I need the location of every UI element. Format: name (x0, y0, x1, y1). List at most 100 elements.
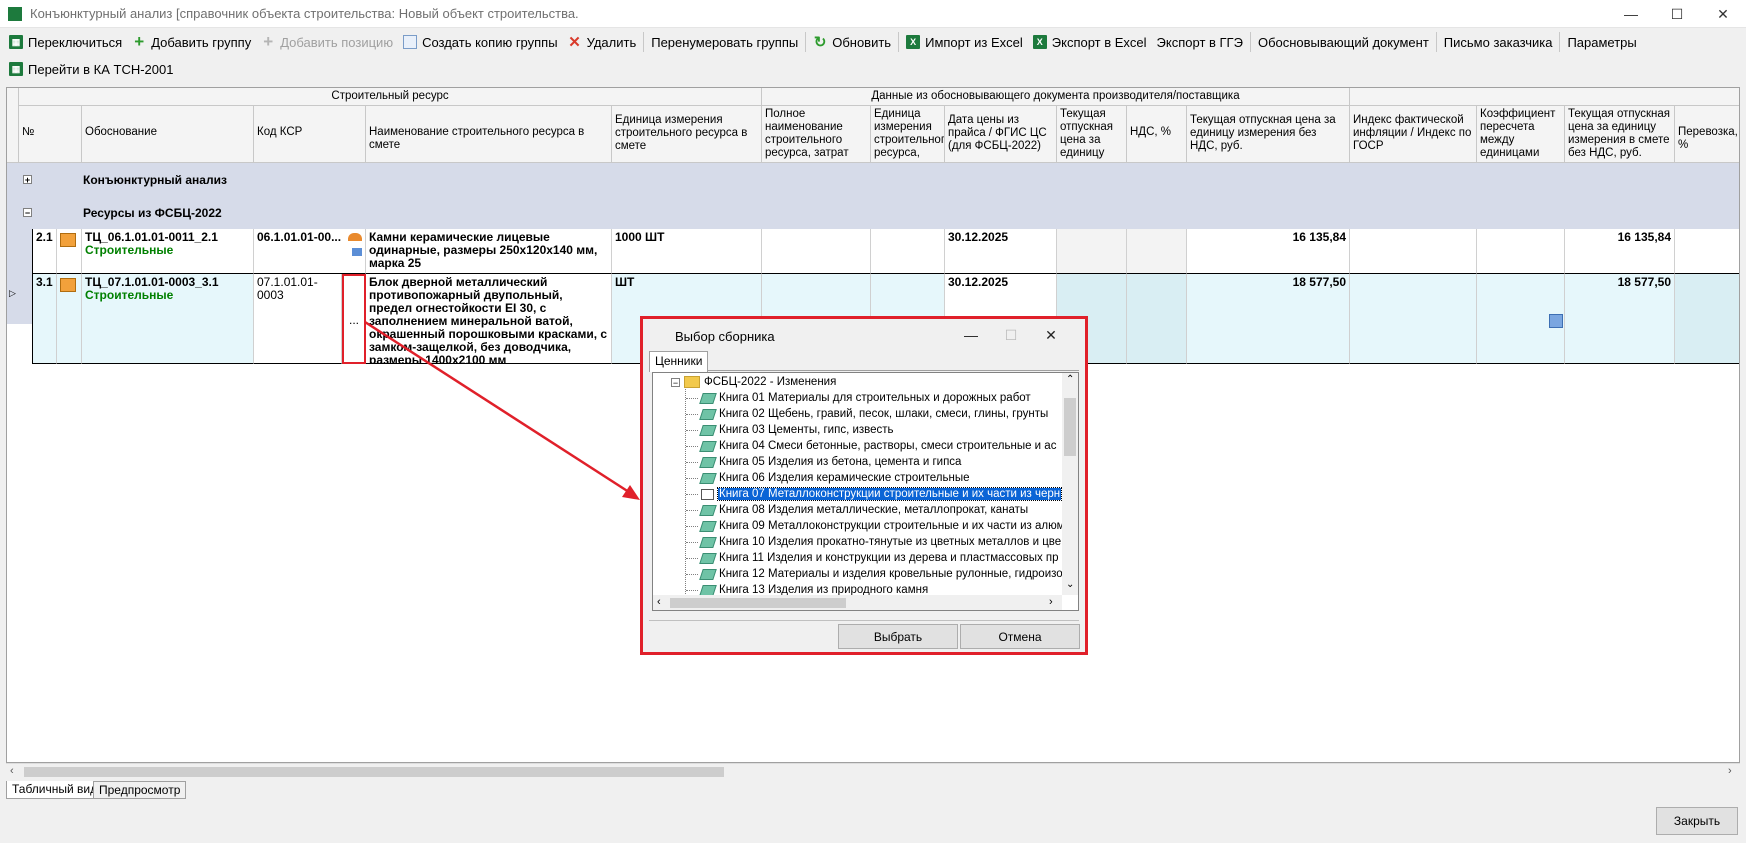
tree-line (686, 526, 698, 527)
copy-group-button[interactable]: Создать копию группы (398, 30, 563, 54)
dialog-minimize-button[interactable]: — (951, 321, 991, 349)
row-inflation[interactable] (1350, 274, 1477, 364)
row-indicator-header (7, 88, 19, 163)
tree-item[interactable]: Книга 06 Изделия керамические строительн… (686, 470, 970, 486)
tree-horizontal-scrollbar[interactable]: ‹ › (653, 595, 1062, 610)
close-button[interactable]: Закрыть (1656, 807, 1738, 835)
group-row[interactable]: − Ресурсы из ФСБЦ-2022 (7, 197, 1739, 229)
row-vat[interactable] (1127, 229, 1187, 274)
scroll-left-icon[interactable]: ‹ (10, 765, 14, 777)
collection-tree[interactable]: − ФСБЦ-2022 - Изменения Книга 01 Материа… (652, 372, 1079, 611)
minimize-button[interactable]: — (1608, 0, 1654, 28)
group-name: Ресурсы из ФСБЦ-2022 (83, 206, 222, 220)
export-gge-button[interactable]: Экспорт в ГГЭ (1152, 30, 1248, 54)
col-price-date[interactable]: Дата цены из прайса / ФГИС ЦС (для ФСБЦ-… (945, 106, 1057, 163)
tree-item[interactable]: Книга 05 Изделия из бетона, цемента и ги… (686, 454, 961, 470)
edit-icon[interactable] (57, 274, 82, 364)
tree-vertical-scrollbar[interactable]: ⌃ ⌄ (1062, 373, 1078, 595)
tree-item-label: Книга 04 Смеси бетонные, растворы, смеси… (719, 440, 1057, 452)
switch-button[interactable]: ▦ Переключиться (4, 30, 127, 54)
group-row[interactable]: + Конъюнктурный анализ (7, 163, 1739, 197)
tree-item[interactable]: Книга 04 Смеси бетонные, растворы, смеси… (686, 438, 1057, 454)
renumber-groups-button[interactable]: Перенумеровать группы (646, 30, 803, 54)
row-inflation[interactable] (1350, 229, 1477, 274)
book-icon (699, 584, 717, 596)
col-cur-price-smeta[interactable]: Текущая отпускная цена за единицу измере… (1565, 106, 1675, 163)
collapse-toggle[interactable]: − (23, 208, 32, 218)
scroll-right-icon[interactable]: › (1049, 596, 1053, 608)
horizontal-scrollbar[interactable]: ‹ › (6, 763, 1740, 779)
tree-line (686, 574, 698, 575)
import-excel-button[interactable]: X Импорт из Excel (901, 30, 1028, 54)
tree-item[interactable]: Книга 08 Изделия металлические, металлоп… (686, 502, 1028, 518)
book-icon (699, 536, 717, 548)
col-full-name[interactable]: Полное наименование строительного ресурс… (762, 106, 871, 163)
tree-item[interactable]: Книга 07 Металлоконструкции строительные… (686, 486, 1063, 502)
edit-icon[interactable] (57, 229, 82, 274)
tab-price-lists[interactable]: Ценники (649, 351, 709, 372)
tree-item[interactable]: Книга 03 Цементы, гипс, известь (686, 422, 894, 438)
tree-item[interactable]: Книга 10 Изделия прокатно-тянутые из цве… (686, 534, 1061, 550)
row-unit2[interactable] (871, 229, 945, 274)
tree-item[interactable]: Книга 02 Щебень, гравий, песок, шлаки, с… (686, 406, 1048, 422)
params-button[interactable]: Параметры (1562, 30, 1641, 54)
col-unit2[interactable]: Единица измерения строительног ресурса, (871, 106, 945, 163)
col-basis[interactable]: Обоснование (82, 106, 254, 163)
row-transport[interactable] (1675, 229, 1739, 274)
col-unit[interactable]: Единица измерения строительного ресурса … (612, 106, 762, 163)
scroll-thumb[interactable] (670, 598, 846, 608)
cancel-button[interactable]: Отмена (960, 624, 1080, 649)
scroll-thumb[interactable] (24, 767, 724, 777)
collapse-toggle[interactable]: − (671, 377, 680, 387)
book-icon (699, 440, 717, 452)
row-transport[interactable] (1675, 274, 1739, 364)
toolbar-separator (1435, 32, 1437, 52)
row-coef[interactable] (1477, 229, 1565, 274)
col-num[interactable]: № (19, 106, 82, 163)
scroll-right-icon[interactable]: › (1728, 765, 1732, 777)
col-inflation[interactable]: Индекс фактической инфляции / Индекс по … (1350, 106, 1477, 163)
toolbar-separator (1559, 32, 1561, 52)
customer-letter-button[interactable]: Письмо заказчика (1439, 30, 1558, 54)
col-name[interactable]: Наименование строительного ресурса в сме… (366, 106, 612, 163)
tree-line (686, 558, 698, 559)
scroll-down-icon[interactable]: ⌄ (1066, 579, 1074, 590)
col-coef[interactable]: Коэффициент пересчета между единицами (1477, 106, 1565, 163)
col-ksr[interactable]: Код КСР (254, 106, 366, 163)
maximize-button[interactable]: ☐ (1654, 0, 1700, 28)
goto-tsn-button[interactable]: ▦ Перейти в КА ТСН-2001 (4, 57, 178, 81)
tree-item[interactable]: Книга 09 Металлоконструкции строительные… (686, 518, 1065, 534)
export-excel-button[interactable]: X Экспорт в Excel (1028, 30, 1152, 54)
col-vat[interactable]: НДС, % (1127, 106, 1187, 163)
expand-toggle[interactable]: + (23, 175, 32, 185)
calc-icon[interactable] (1549, 314, 1563, 328)
scroll-thumb[interactable] (1064, 398, 1076, 456)
delete-button[interactable]: ✕ Удалить (563, 30, 642, 54)
row-vat[interactable] (1127, 274, 1187, 364)
scroll-left-icon[interactable]: ‹ (657, 596, 661, 608)
row-cur-price[interactable] (1057, 229, 1127, 274)
close-window-button[interactable]: ✕ (1700, 0, 1746, 28)
select-button[interactable]: Выбрать (838, 624, 958, 649)
tab-preview[interactable]: Предпросмотр (93, 781, 187, 799)
row-coef[interactable] (1477, 274, 1565, 364)
scroll-up-icon[interactable]: ⌃ (1066, 374, 1074, 385)
add-group-button[interactable]: + Добавить группу (127, 30, 256, 54)
add-position-button[interactable]: + Добавить позицию (256, 30, 398, 54)
tree-item[interactable]: Книга 01 Материалы для строительных и до… (686, 390, 1031, 406)
row-full-name[interactable] (762, 229, 871, 274)
refresh-button[interactable]: ↻ Обновить (808, 30, 896, 54)
ksr-browse-button[interactable]: ... (342, 274, 366, 364)
tree-root[interactable]: − ФСБЦ-2022 - Изменения (671, 374, 836, 390)
tree-line (685, 383, 686, 598)
col-cur-price[interactable]: Текущая отпускная цена за единицу (1057, 106, 1127, 163)
justify-doc-button[interactable]: Обосновывающий документ (1253, 30, 1434, 54)
col-transport[interactable]: Перевозка, % (1675, 106, 1739, 163)
dialog-close-button[interactable]: ✕ (1031, 321, 1071, 349)
toolbar-separator (805, 32, 807, 52)
tree-item[interactable]: Книга 12 Материалы и изделия кровельные … (686, 566, 1063, 582)
tree-item[interactable]: Книга 11 Изделия и конструкции из дерева… (686, 550, 1059, 566)
row-ksr[interactable]: 07.1.01.01-0003 (254, 274, 342, 364)
tab-table-view[interactable]: Табличный вид (6, 781, 104, 799)
col-cur-price-novat[interactable]: Текущая отпускная цена за единицу измере… (1187, 106, 1350, 163)
